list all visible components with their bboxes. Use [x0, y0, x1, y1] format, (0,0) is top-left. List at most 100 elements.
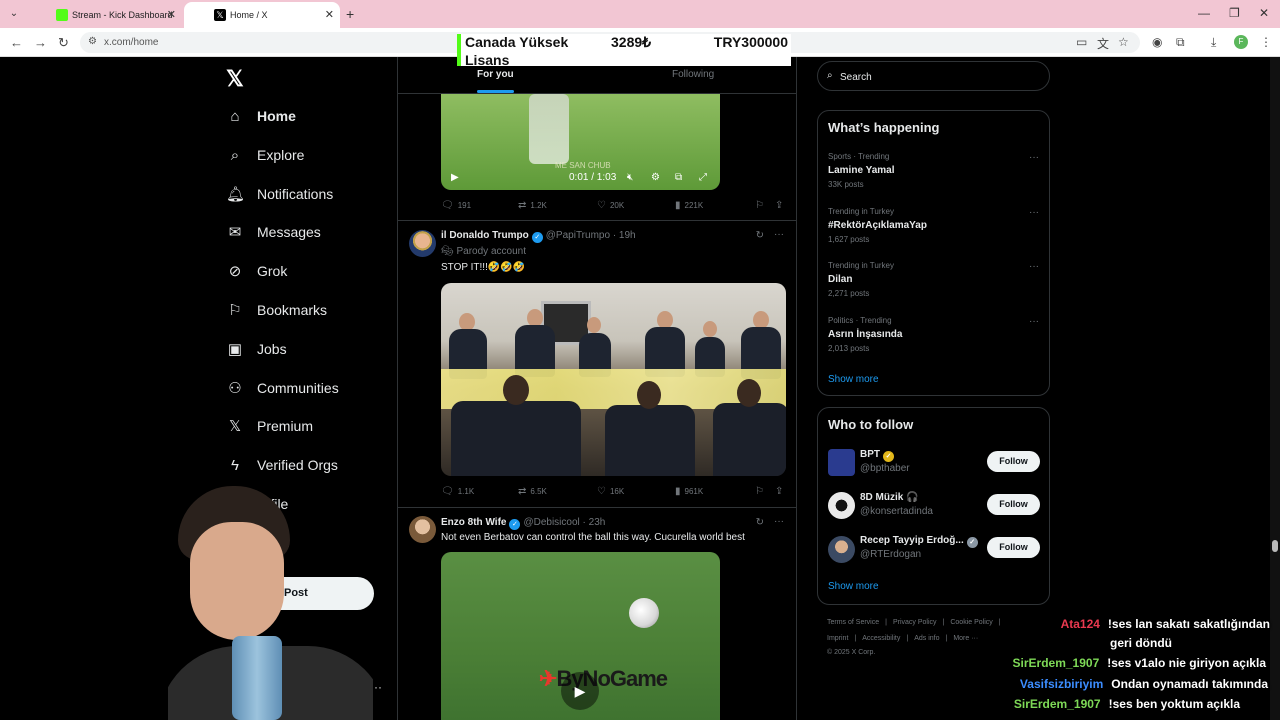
author-name[interactable]: Enzo 8th Wife	[441, 517, 506, 528]
play-icon[interactable]: ▶	[451, 172, 459, 183]
scrollbar-thumb[interactable]	[1272, 540, 1278, 552]
share-button[interactable]: ⇪	[775, 200, 787, 211]
extensions-icon[interactable]: ⧉	[1176, 35, 1185, 50]
video-player[interactable]: ✈ByNoGame ▶	[441, 552, 720, 720]
nav-notifications[interactable]: 🔔︎ Notifications	[226, 182, 333, 206]
nav-communities[interactable]: ⚇ Communities	[226, 376, 338, 400]
profile-avatar[interactable]: F	[1234, 35, 1248, 49]
terms-link[interactable]: Terms of Service	[827, 619, 879, 626]
nav-jobs[interactable]: ▣ Jobs	[226, 337, 287, 361]
repost-button[interactable]: ⇄ 1.2K	[518, 200, 547, 211]
repost-button[interactable]: ⇄ 6.5K	[518, 486, 547, 497]
settings-icon[interactable]: ⚙	[651, 172, 660, 183]
privacy-link[interactable]: Privacy Policy	[893, 619, 937, 626]
nav-messages[interactable]: ✉ Messages	[226, 220, 321, 244]
views-button[interactable]: ▮ 961K	[675, 486, 703, 497]
close-tab-icon[interactable]: ✕	[167, 8, 176, 21]
tweet-media-image[interactable]	[441, 283, 786, 476]
tweet-time[interactable]: · 23h	[583, 517, 606, 528]
avatar[interactable]	[409, 516, 436, 543]
restore-icon[interactable]: ❐	[1229, 6, 1240, 20]
pip-icon[interactable]: ⧉	[675, 172, 682, 183]
reply-button[interactable]: 🗨︎ 1.1K	[441, 486, 474, 497]
trend-more-icon[interactable]: ···	[1029, 261, 1039, 272]
x-logo-icon[interactable]: 𝕏	[226, 66, 244, 92]
trend-name[interactable]: Dilan	[828, 274, 852, 285]
tab-search-icon[interactable]: ⌄	[6, 6, 22, 22]
search-input[interactable]: ⌕ Search	[817, 61, 1050, 91]
account-name[interactable]: 8D Müzik 🎧	[860, 492, 919, 503]
tab-for-you[interactable]: For you	[477, 69, 514, 80]
back-icon[interactable]: ←	[10, 35, 23, 50]
nav-verified-orgs[interactable]: ϟ Verified Orgs	[226, 453, 338, 477]
avatar[interactable]	[828, 449, 855, 476]
trend-more-icon[interactable]: ···	[1029, 207, 1039, 218]
close-window-icon[interactable]: ✕	[1259, 6, 1269, 20]
trend-more-icon[interactable]: ···	[1029, 316, 1039, 327]
avatar[interactable]	[828, 536, 855, 563]
share-button[interactable]: ⇪	[775, 486, 787, 497]
nav-bookmarks[interactable]: ⚐ Bookmarks	[226, 298, 327, 322]
install-icon[interactable]: ▭	[1076, 35, 1087, 49]
tab-following[interactable]: Following	[672, 69, 714, 80]
show-more-link[interactable]: Show more	[828, 581, 879, 592]
nav-grok[interactable]: ⊘ Grok	[226, 259, 288, 283]
minimize-icon[interactable]: —	[1198, 6, 1210, 20]
reply-icon: 🗨︎	[441, 486, 454, 497]
forward-icon[interactable]: →	[34, 35, 47, 50]
nav-home[interactable]: ⌂ Home	[226, 104, 295, 128]
like-button[interactable]: ♡ 20K	[597, 200, 624, 211]
accessibility-link[interactable]: Accessibility	[862, 635, 900, 642]
tweet-time[interactable]: · 19h	[613, 230, 636, 241]
trend-meta: Trending in Turkey	[828, 207, 894, 216]
new-tab-icon[interactable]: +	[346, 6, 354, 22]
reload-icon[interactable]: ↻	[58, 35, 69, 51]
more-link[interactable]: More ···	[953, 635, 978, 642]
tab-kick-dashboard[interactable]: Stream - Kick Dashboard ✕	[26, 2, 182, 28]
avatar[interactable]	[828, 492, 855, 519]
trend-name[interactable]: Lamine Yamal	[828, 165, 895, 176]
author-name[interactable]: il Donaldo Trumpo	[441, 230, 529, 241]
follow-button[interactable]: Follow	[987, 451, 1040, 472]
fullscreen-icon[interactable]: ⤢	[699, 172, 707, 183]
views-button[interactable]: ▮ 221K	[675, 200, 703, 211]
trend-name[interactable]: Asrın İnşasında	[828, 329, 902, 340]
close-tab-icon[interactable]: ✕	[325, 8, 334, 21]
browser-menu-icon[interactable]: ⋮	[1260, 35, 1272, 49]
tab-home-x[interactable]: 𝕏 Home / X ✕	[184, 2, 340, 28]
grok-analyze-icon[interactable]: ↻	[756, 230, 764, 241]
nav-explore[interactable]: ⌕ Explore	[226, 143, 305, 167]
follow-button[interactable]: Follow	[987, 494, 1040, 515]
tweet-more-icon[interactable]: ···	[774, 229, 784, 240]
avatar[interactable]	[409, 230, 436, 257]
scrollbar[interactable]	[1270, 57, 1280, 720]
author-handle[interactable]: @Debisicool	[523, 517, 579, 528]
imprint-link[interactable]: Imprint	[827, 635, 848, 642]
copyright: © 2025 X Corp.	[827, 649, 876, 656]
nav-premium[interactable]: 𝕏 Premium	[226, 414, 313, 438]
trend-name[interactable]: #RektörAçıklamaYap	[828, 220, 927, 231]
account-name[interactable]: BPT ✓	[860, 449, 897, 462]
play-icon[interactable]: ▶	[561, 672, 599, 710]
like-button[interactable]: ♡ 16K	[597, 486, 624, 497]
follow-button[interactable]: Follow	[987, 537, 1040, 558]
grok-analyze-icon[interactable]: ↻	[756, 517, 764, 528]
site-info-icon[interactable]: ⚙	[88, 36, 97, 47]
show-more-link[interactable]: Show more	[828, 374, 879, 385]
tweet-more-icon[interactable]: ···	[774, 516, 784, 527]
bookmark-button[interactable]: ⚐	[755, 200, 768, 211]
chat-message: Vasifsizbiriyim Ondan oynamadı takımında	[1020, 677, 1268, 691]
extension-circle-icon[interactable]: ◉	[1152, 35, 1162, 49]
reply-button[interactable]: 🗨︎ 191	[441, 200, 471, 211]
video-player[interactable]: ME SAN CHUB ▶ 0:01 / 1:03 🔇︎ ⚙ ⧉ ⤢	[441, 94, 720, 190]
author-handle[interactable]: @PapiTrumpo	[546, 230, 610, 241]
star-icon[interactable]: ☆	[1118, 35, 1129, 49]
mute-icon[interactable]: 🔇︎	[627, 172, 633, 183]
trend-more-icon[interactable]: ···	[1029, 152, 1039, 163]
download-icon[interactable]: ⤓	[1211, 35, 1216, 50]
ads-info-link[interactable]: Ads info	[914, 635, 939, 642]
translate-icon[interactable]: 文	[1097, 35, 1109, 52]
bookmark-button[interactable]: ⚐	[755, 486, 768, 497]
cookie-link[interactable]: Cookie Policy	[950, 619, 992, 626]
account-name[interactable]: Recep Tayyip Erdoğ... ✓	[860, 535, 981, 548]
